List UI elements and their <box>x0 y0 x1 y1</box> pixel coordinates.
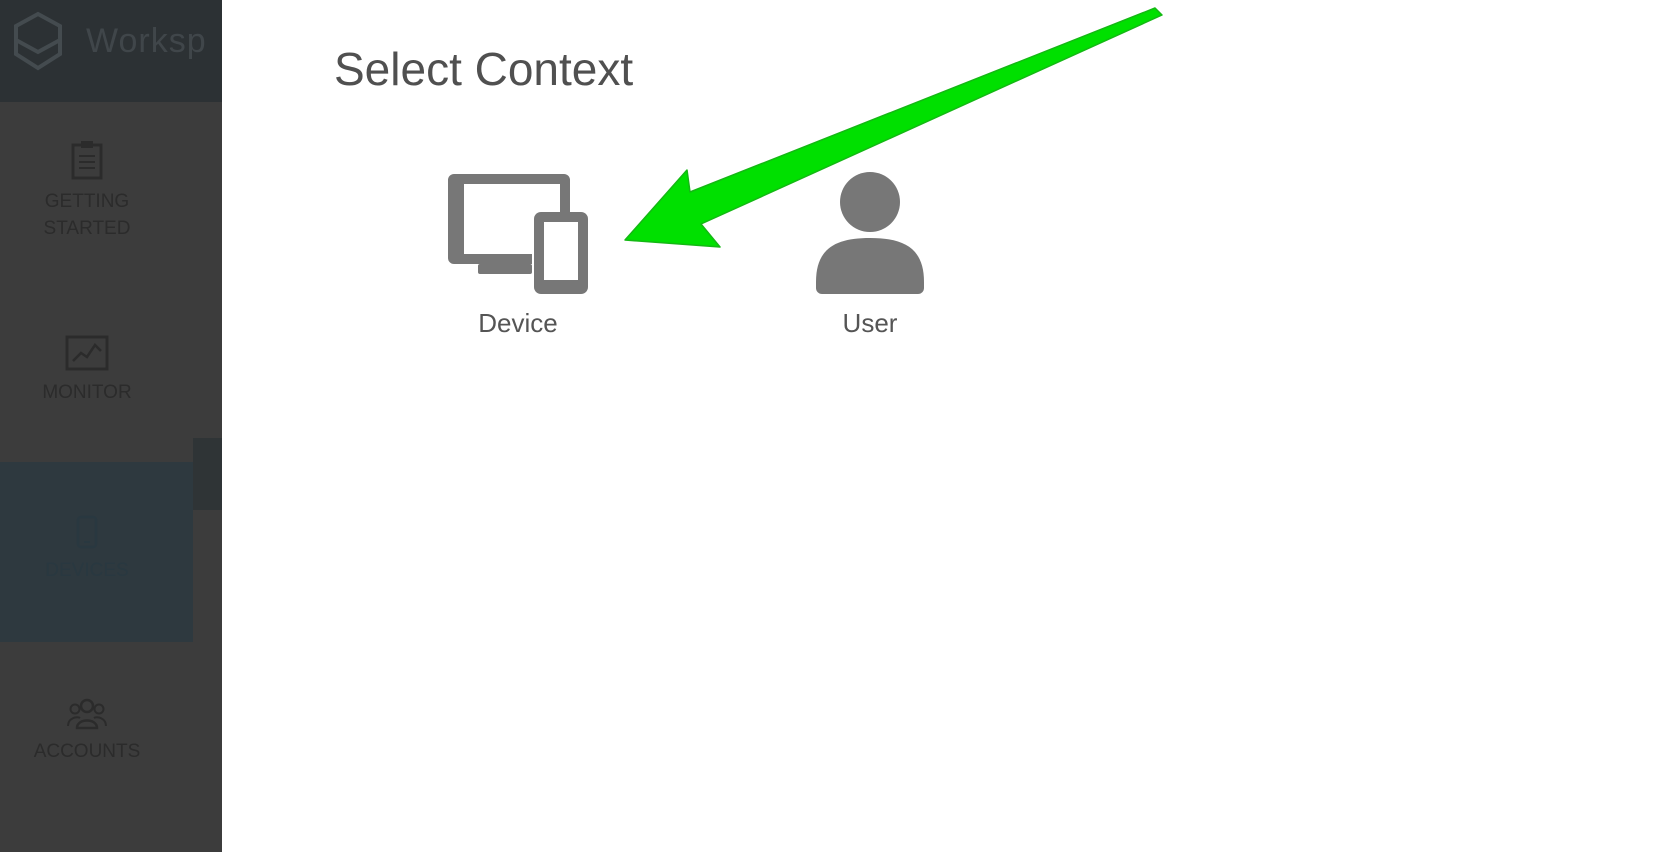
sidebar-item-label: GETTING STARTED <box>43 191 131 239</box>
devices-icon <box>448 174 588 294</box>
chart-line-icon <box>65 335 109 371</box>
workspace-logo-icon <box>14 11 62 71</box>
user-label: User <box>842 308 898 338</box>
user-icon <box>816 172 924 294</box>
sidebar-item-label: DEVICES <box>45 560 129 581</box>
sidebar-item-label: ACCOUNTS <box>33 741 141 762</box>
sidebar: Worksp GETTING STARTED MONITOR DEVICES A… <box>0 0 222 852</box>
page-title: Select Context <box>334 43 634 95</box>
context-option-user[interactable]: User <box>770 172 970 339</box>
phone-icon <box>76 515 98 549</box>
sidebar-item-label: MONITOR <box>42 382 132 403</box>
brand-name: Worksp <box>86 22 207 60</box>
brand-header: Worksp <box>0 0 222 102</box>
device-label: Device <box>478 308 558 338</box>
clipboard-icon <box>71 141 103 180</box>
sidebar-item-accounts[interactable]: ACCOUNTS <box>0 696 174 765</box>
sidebar-item-devices[interactable]: DEVICES <box>0 515 174 584</box>
select-context-panel: Select Context Device User <box>222 0 1656 852</box>
sidebar-item-monitor[interactable]: MONITOR <box>0 335 174 406</box>
sidebar-collapse-tab[interactable] <box>193 438 222 510</box>
sidebar-item-getting-started[interactable]: GETTING STARTED <box>0 140 174 242</box>
users-icon <box>67 698 107 730</box>
context-option-device[interactable]: Device <box>418 172 618 339</box>
